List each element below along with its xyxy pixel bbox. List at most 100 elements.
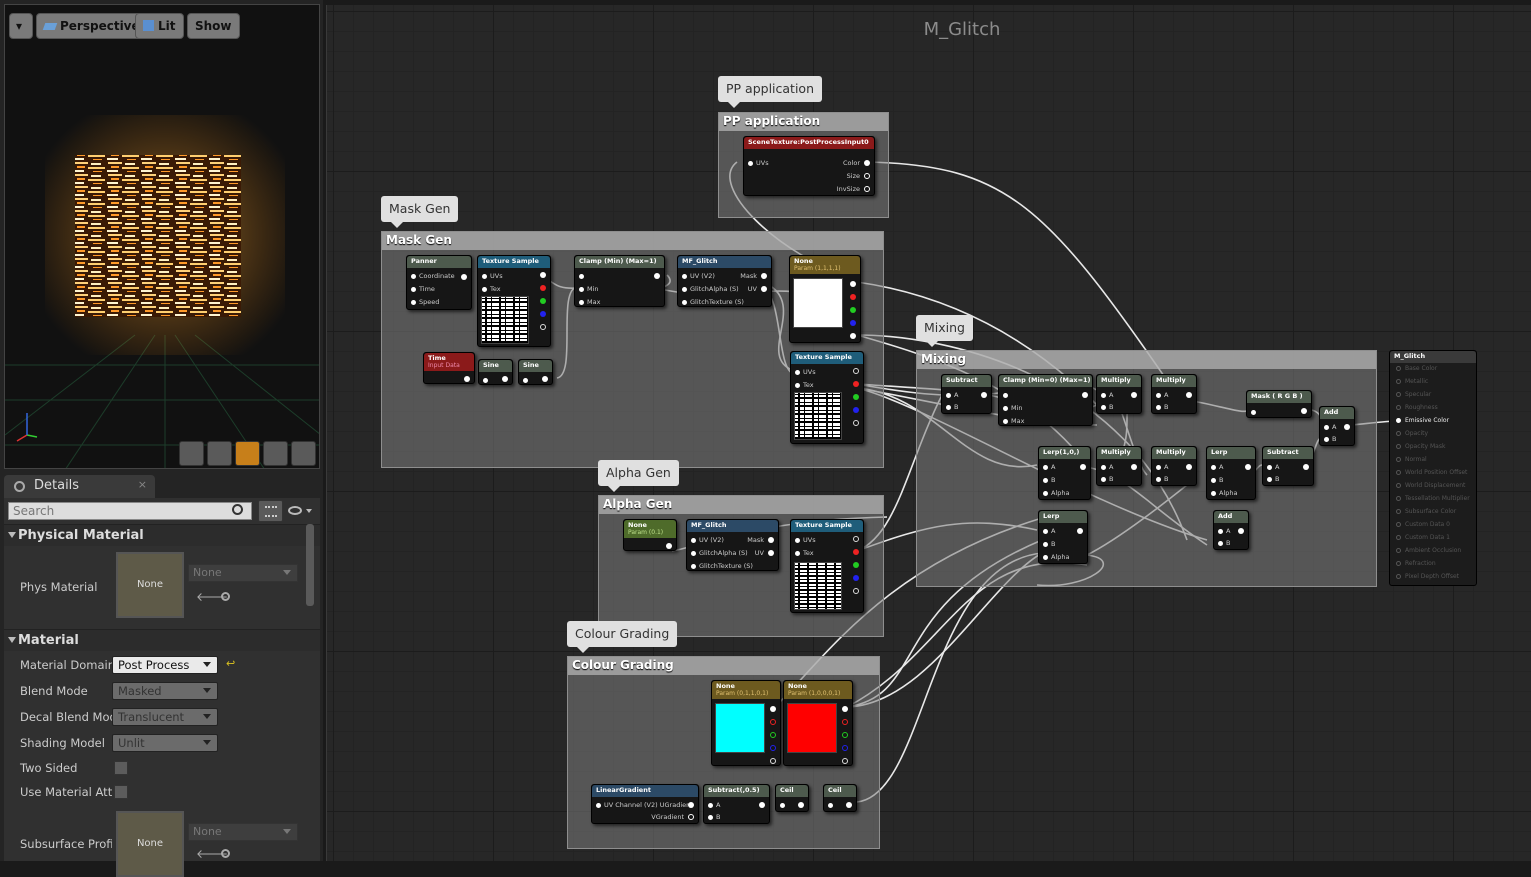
details-search-input[interactable]: Search (8, 502, 252, 520)
node-mask-rgb[interactable]: Mask ( R G B ) (1246, 390, 1312, 418)
pin-uvs[interactable]: UVs (748, 159, 769, 167)
pin-a[interactable]: A (1043, 527, 1055, 535)
pin-metallic[interactable]: Metallic (1396, 378, 1428, 385)
pin-b[interactable]: B (1267, 475, 1279, 483)
node-multiply-2[interactable]: Multiply A B (1151, 374, 1197, 414)
pin-custom-data-1[interactable]: Custom Data 1 (1396, 534, 1450, 541)
search-icon[interactable] (232, 504, 243, 515)
plane-preview-icon[interactable] (235, 441, 260, 466)
node-param-red[interactable]: None Param (1,0,0,0,1) (783, 680, 853, 766)
close-tab-icon[interactable]: × (138, 478, 147, 491)
pin-input[interactable] (483, 376, 491, 384)
node-lerp-1[interactable]: Lerp(1,0,) A B Alpha (1038, 446, 1091, 500)
pin-b[interactable]: B (708, 813, 720, 821)
pin-uv-v2[interactable]: UV (V2) (691, 536, 724, 544)
shading-model-dropdown[interactable]: Unlit (112, 734, 218, 752)
node-texture-sample-2[interactable]: Texture Sample UVs Tex (790, 351, 864, 444)
material-preview-viewport[interactable]: ▾ Perspective Lit Show (4, 4, 320, 469)
node-subtract-2[interactable]: Subtract A B (1262, 446, 1314, 486)
pin-input[interactable] (828, 801, 836, 809)
node-clamp-2[interactable]: Clamp (Min=0) (Max=1) Min Max (998, 374, 1093, 426)
pin-b[interactable]: B (1156, 403, 1168, 411)
pin-min[interactable]: Min (579, 285, 599, 293)
pin-b[interactable]: B (1043, 476, 1055, 484)
pin-a[interactable]: A (1218, 527, 1230, 535)
pin-base-color[interactable]: Base Color (1396, 365, 1437, 372)
pin-glitch-alpha[interactable]: GlitchAlpha (S) (682, 285, 739, 293)
pin-uvs[interactable]: UVs (795, 536, 816, 544)
pin-world-displacement[interactable]: World Displacement (1396, 482, 1465, 489)
pin-max[interactable]: Max (579, 298, 600, 306)
pin-coordinate[interactable]: Coordinate (411, 272, 455, 280)
node-lerp-3[interactable]: Lerp A B Alpha (1038, 510, 1088, 564)
sphere-preview-icon[interactable] (207, 441, 232, 466)
use-material-attributes-checkbox[interactable] (114, 785, 128, 799)
node-clamp-1[interactable]: Clamp (Min) (Max=1) Min Max (574, 255, 665, 307)
physical-material-category[interactable]: Physical Material (4, 524, 320, 546)
pin-input[interactable] (1251, 408, 1259, 416)
pin-mask[interactable]: Mask (747, 536, 764, 544)
pin-glitch-alpha[interactable]: GlitchAlpha (S) (691, 549, 748, 557)
pin-vgradient[interactable]: VGradient (651, 813, 684, 821)
pin-specular[interactable]: Specular (1396, 391, 1431, 398)
decal-blend-mode-dropdown[interactable]: Translucent (112, 708, 218, 726)
pin-uv-v2[interactable]: UV (V2) (682, 272, 715, 280)
node-sine-1[interactable]: Sine (478, 359, 513, 385)
comment-bubble-colour-grading[interactable]: Colour Grading (567, 621, 678, 653)
eye-visibility-icon[interactable] (288, 506, 302, 515)
node-texture-sample-1[interactable]: Texture Sample UVs Tex (477, 255, 551, 347)
material-category[interactable]: Material (4, 629, 320, 651)
pin-b[interactable]: B (946, 403, 958, 411)
node-ceil-2[interactable]: Ceil (823, 784, 857, 812)
pin-world-position-offset[interactable]: World Position Offset (1396, 469, 1467, 476)
pin-color[interactable]: Color (843, 159, 860, 167)
pin-glitch-texture[interactable]: GlitchTexture (S) (682, 298, 744, 306)
reset-to-default-icon[interactable]: ↩ (226, 657, 235, 670)
pin-b[interactable]: B (1324, 435, 1336, 443)
pin-tex[interactable]: Tex (795, 381, 814, 389)
cylinder-preview-icon[interactable] (179, 441, 204, 466)
pin-b[interactable]: B (1101, 403, 1113, 411)
pin-uv[interactable]: UV (755, 549, 764, 557)
material-domain-dropdown[interactable]: Post Process (112, 656, 218, 674)
node-subtract-1[interactable]: Subtract A B (941, 374, 992, 414)
comment-bubble-mixing[interactable]: Mixing (916, 315, 973, 347)
pin-max[interactable]: Max (1003, 417, 1024, 425)
pin-emissive-color[interactable]: Emissive Color (1396, 417, 1449, 424)
pin-pixel-depth-offset[interactable]: Pixel Depth Offset (1396, 573, 1459, 580)
pin-input[interactable] (780, 801, 788, 809)
pin-roughness[interactable]: Roughness (1396, 404, 1438, 411)
pin-a[interactable]: A (1101, 463, 1113, 471)
node-material-output[interactable]: M_Glitch Base Color Metallic Specular Rough… (1389, 350, 1477, 586)
pin-time[interactable]: Time (411, 285, 435, 293)
pin-custom-data-0[interactable]: Custom Data 0 (1396, 521, 1450, 528)
pin-b[interactable]: B (1043, 540, 1055, 548)
subsurface-thumbnail[interactable]: None (116, 811, 184, 877)
blend-mode-dropdown[interactable]: Masked (112, 682, 218, 700)
pin-size[interactable]: Size (847, 172, 860, 180)
node-param-white[interactable]: None Param (1,1,1,1) (789, 255, 861, 343)
material-graph-editor[interactable]: M_Glitch PP application PP application S… (326, 5, 1531, 861)
pin-a[interactable]: A (1101, 391, 1113, 399)
node-multiply-4[interactable]: Multiply A B (1151, 446, 1197, 486)
node-sine-2[interactable]: Sine (518, 359, 553, 385)
node-multiply-3[interactable]: Multiply A B (1096, 446, 1142, 486)
pin-a[interactable]: A (1156, 463, 1168, 471)
node-add-1[interactable]: Add A B (1319, 406, 1355, 446)
comment-bubble-pp-application[interactable]: PP application (718, 76, 823, 108)
pin-normal[interactable]: Normal (1396, 456, 1427, 463)
pin-uvs[interactable]: UVs (482, 272, 503, 280)
pin-a[interactable]: A (1043, 463, 1055, 471)
node-mf-glitch-1[interactable]: MF_Glitch UV (V2) GlitchAlpha (S) Glitch… (677, 255, 772, 307)
subsurface-picker[interactable]: None (188, 823, 298, 841)
pin-a[interactable]: A (708, 801, 720, 809)
browse-search-icon[interactable] (221, 592, 230, 601)
node-add-2[interactable]: Add A B (1213, 510, 1249, 550)
pin-tessellation-multiplier[interactable]: Tessellation Multiplier (1396, 495, 1470, 502)
pin-a[interactable]: A (1211, 463, 1223, 471)
pin-mask[interactable]: Mask (740, 272, 757, 280)
node-scene-texture[interactable]: SceneTexture:PostProcessInput0 UVs Color… (743, 136, 875, 196)
phys-material-picker[interactable]: None (188, 564, 298, 582)
pin-input[interactable] (579, 272, 587, 280)
node-linear-gradient[interactable]: LinearGradient UV Channel (V2) UGradient… (591, 784, 699, 824)
